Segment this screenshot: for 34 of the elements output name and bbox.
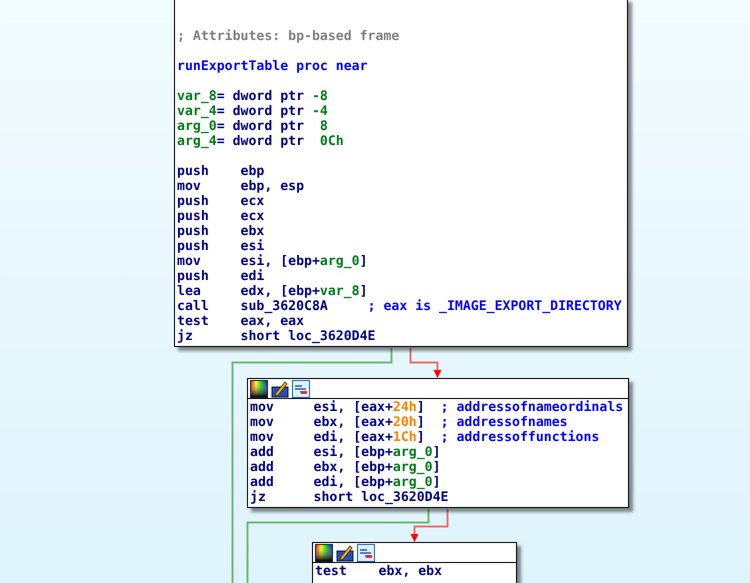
- instruction-line: mov ebx, [eax+20h] ; addressofnames: [250, 415, 569, 430]
- instruction-line: push esi: [177, 239, 266, 254]
- instruction-line: mov edi, [eax+1Ch] ; addressoffunctions: [250, 430, 600, 445]
- instruction-line: test ebx, ebx: [315, 564, 444, 579]
- instruction-line: add esi, [ebp+arg_0]: [250, 445, 442, 460]
- instruction-line: jz short loc_3620D4E: [250, 490, 450, 505]
- instruction-line: lea edx, [ebp+var_8]: [177, 284, 369, 299]
- graph-icon[interactable]: [357, 544, 375, 562]
- variable-definition: var_4= dword ptr -4: [177, 104, 329, 119]
- edge-arrow: [410, 348, 442, 378]
- variable-definition: var_8= dword ptr -8: [177, 89, 329, 104]
- edge-arrow: [410, 509, 448, 542]
- pencil-icon[interactable]: [271, 380, 289, 398]
- instruction-line: push ebx: [177, 224, 266, 239]
- comment-line: ; Attributes: bp-based frame: [177, 29, 400, 44]
- instruction-line: add edi, [ebp+arg_0]: [250, 475, 442, 490]
- pencil-icon[interactable]: [336, 544, 354, 562]
- instruction-line: test eax, eax: [177, 314, 306, 329]
- instruction-line: mov esi, [ebp+arg_0]: [177, 254, 369, 269]
- instruction-line: push edi: [177, 269, 266, 284]
- instruction-line: mov ebp, esp: [177, 179, 306, 194]
- instruction-line: mov esi, [eax+24h] ; addressofnameordinals: [250, 400, 624, 415]
- procedure-label: runExportTable proc near: [177, 59, 369, 74]
- variable-definition: arg_4= dword ptr 0Ch: [177, 134, 345, 149]
- instruction-line: push ecx: [177, 194, 266, 209]
- instruction-line: push ecx: [177, 209, 266, 224]
- variable-definition: arg_0= dword ptr 8: [177, 119, 329, 134]
- instruction-line: push ebp: [177, 164, 266, 179]
- instruction-line: jz short loc_3620D4E: [177, 329, 376, 344]
- instruction-line: call sub_3620C8A ; eax is _IMAGE_EXPORT_DIRECTORY: [177, 299, 623, 314]
- graph-icon[interactable]: [292, 380, 310, 398]
- palette-icon[interactable]: [250, 380, 268, 398]
- palette-icon[interactable]: [315, 544, 333, 562]
- instruction-line: add ebx, [ebp+arg_0]: [250, 460, 442, 475]
